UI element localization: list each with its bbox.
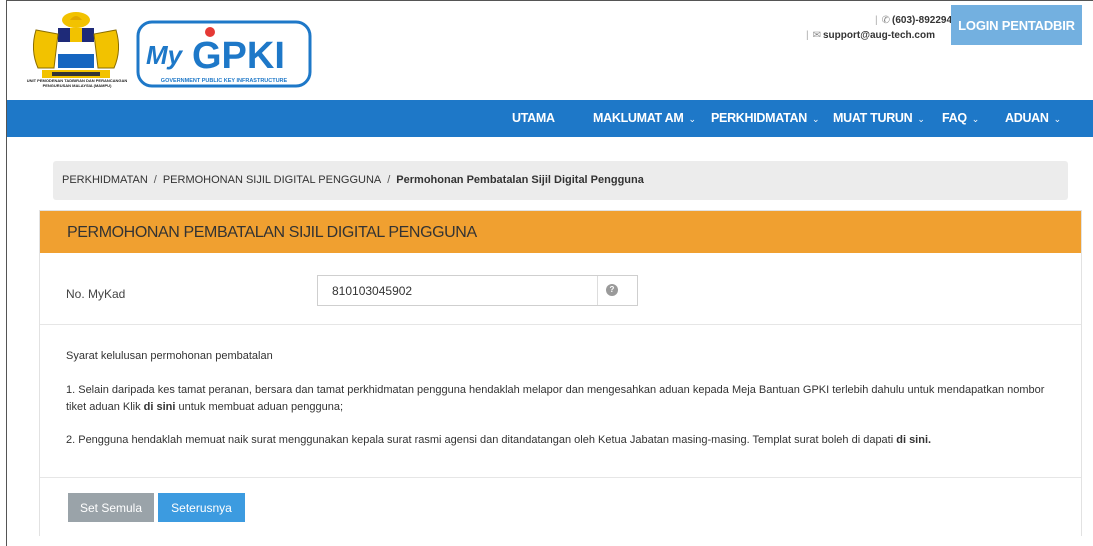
phone-contact[interactable]: | ✆ (603)-89229400 <box>875 13 963 29</box>
form-actions: Set Semula Seterusnya <box>40 477 1081 536</box>
nav-item-faq[interactable]: FAQ ⌄ <box>942 100 979 137</box>
nav-label: MAKLUMAT AM <box>593 111 684 125</box>
nav-label: MUAT TURUN <box>833 111 913 125</box>
chevron-down-icon: ⌄ <box>1053 114 1062 124</box>
question-circle-icon[interactable]: ? <box>606 284 618 296</box>
nav-item-maklumat-am[interactable]: MAKLUMAT AM ⌄ <box>593 100 696 137</box>
breadcrumb-separator: / <box>387 174 391 186</box>
svg-text:My: My <box>146 40 184 70</box>
nav-item-aduan[interactable]: ADUAN ⌄ <box>1005 100 1061 137</box>
mykad-row: No. MyKad ? <box>40 253 1081 325</box>
breadcrumb-separator: / <box>153 174 157 186</box>
email-contact[interactable]: | ✉ support@aug-tech.com <box>806 28 935 44</box>
crest-caption: UNIT PEMODENAN TADBIRAN DAN PERANCANGAN … <box>26 78 128 88</box>
phone-icon: ✆ <box>881 15 890 26</box>
breadcrumb-item-perkhidmatan[interactable]: PERKHIDMATAN <box>62 174 148 186</box>
template-link[interactable]: di sini. <box>896 434 931 446</box>
nav-item-perkhidmatan[interactable]: PERKHIDMATAN ⌄ <box>711 100 819 137</box>
complaint-link[interactable]: di sini <box>144 401 176 413</box>
divider: | <box>875 15 878 26</box>
mykad-input-group: ? <box>317 275 638 306</box>
next-button[interactable]: Seterusnya <box>158 493 245 522</box>
svg-text:GOVERNMENT PUBLIC KEY INFRASTR: GOVERNMENT PUBLIC KEY INFRASTRUCTURE <box>161 78 288 84</box>
chevron-down-icon: ⌄ <box>917 114 925 124</box>
nav-item-muat-turun[interactable]: MUAT TURUN ⌄ <box>833 100 925 137</box>
terms-item-2: 2. Pengguna hendaklah memuat naik surat … <box>66 432 931 449</box>
main-navbar: UTAMA MAKLUMAT AM ⌄ PERKHIDMATAN ⌄ MUAT TU… <box>7 100 1093 137</box>
mygpki-logo[interactable]: My GPKI GOVERNMENT PUBLIC KEY INFRASTRUC… <box>136 20 312 88</box>
breadcrumb-current: Permohonan Pembatalan Sijil Digital Peng… <box>396 174 644 186</box>
panel-title: PERMOHONAN PEMBATALAN SIJIL DIGITAL PENG… <box>67 224 477 241</box>
chevron-down-icon: ⌄ <box>688 114 696 124</box>
terms-item-2-text: 2. Pengguna hendaklah memuat naik surat … <box>66 434 897 446</box>
terms-item-1: 1. Selain daripada kes tamat peranan, be… <box>66 382 1046 416</box>
terms-item-1-suffix: untuk membuat aduan pengguna; <box>175 401 344 413</box>
chevron-down-icon: ⌄ <box>971 114 980 124</box>
nav-label: FAQ <box>942 111 967 125</box>
mykad-label: No. MyKad <box>66 287 126 301</box>
mykad-input[interactable] <box>318 276 598 305</box>
breadcrumb-item-permohonan[interactable]: PERMOHONAN SIJIL DIGITAL PENGGUNA <box>163 174 381 186</box>
breadcrumb: PERKHIDMATAN / PERMOHONAN SIJIL DIGITAL PE… <box>53 161 1068 200</box>
svg-text:GPKI: GPKI <box>192 35 285 77</box>
reset-button[interactable]: Set Semula <box>68 493 154 522</box>
login-admin-button[interactable]: LOGIN PENTADBIR <box>951 5 1082 45</box>
nav-label: ADUAN <box>1005 111 1049 125</box>
divider: | <box>806 30 809 41</box>
nav-label: UTAMA <box>512 111 555 125</box>
chevron-down-icon: ⌄ <box>811 114 820 124</box>
terms-heading: Syarat kelulusan permohonan pembatalan <box>66 350 273 362</box>
nav-item-utama[interactable]: UTAMA <box>512 100 555 137</box>
panel-header: PERMOHONAN PEMBATALAN SIJIL DIGITAL PENG… <box>40 211 1081 253</box>
cancellation-form-panel: PERMOHONAN PEMBATALAN SIJIL DIGITAL PENG… <box>39 210 1082 536</box>
nav-label: PERKHIDMATAN <box>711 111 807 125</box>
email-address: support@aug-tech.com <box>823 30 935 41</box>
envelope-icon: ✉ <box>812 30 821 41</box>
